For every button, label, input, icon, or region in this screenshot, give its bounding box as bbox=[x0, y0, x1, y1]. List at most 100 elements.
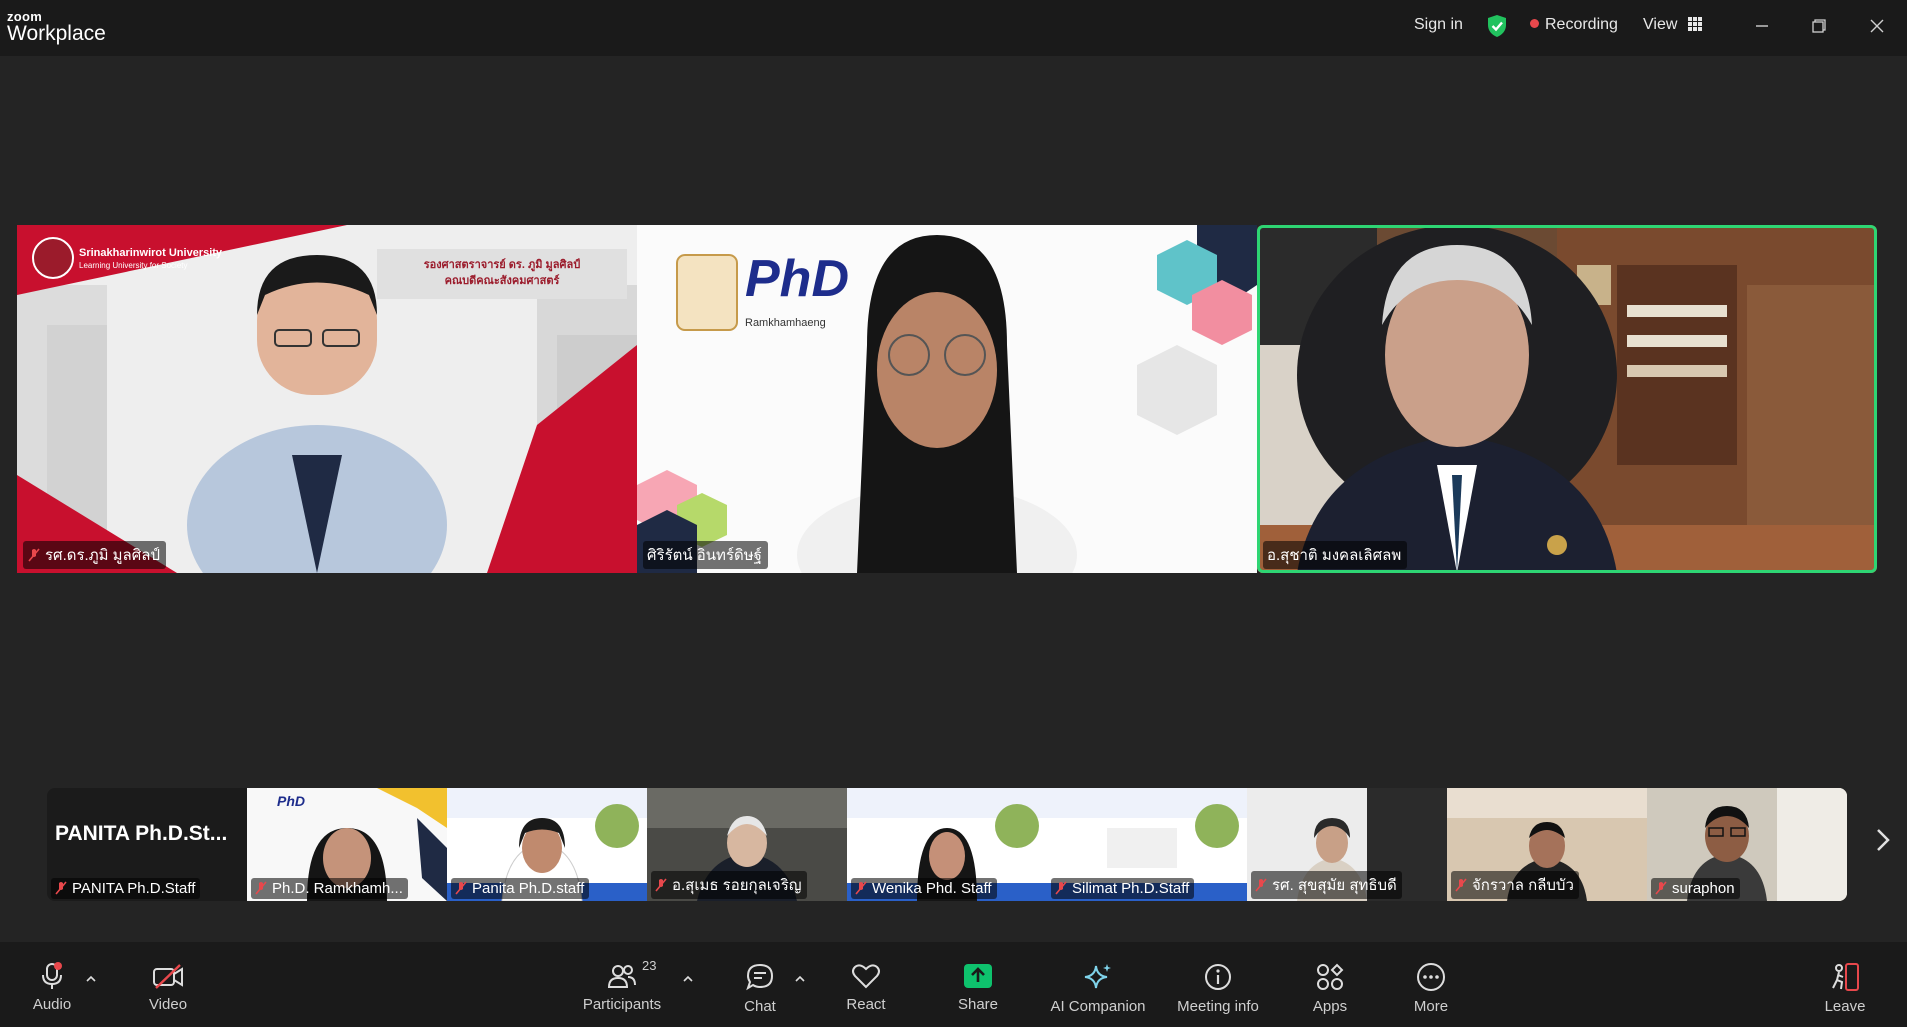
recording-dot-icon bbox=[1530, 19, 1539, 28]
logo-workplace-text: Workplace bbox=[7, 22, 106, 45]
banner-role: คณบดีคณะสังคมศาสตร์ bbox=[444, 275, 560, 287]
participant-name-label: อ.สุชาติ มงคลเลิศลพ bbox=[1263, 541, 1408, 569]
sign-in-button[interactable]: Sign in bbox=[1414, 16, 1463, 34]
participant-name: suraphon bbox=[1672, 880, 1735, 897]
chat-label: Chat bbox=[744, 998, 776, 1015]
thumbnail-tile[interactable]: รศ. สุขสุมัย สุทธิบดี bbox=[1247, 788, 1447, 901]
thumbnail-tile[interactable]: suraphon bbox=[1647, 788, 1847, 901]
phd-logo-subtitle: Ramkhamhaeng bbox=[745, 317, 826, 329]
participant-name-label: รศ. สุขสุมัย สุทธิบดี bbox=[1251, 871, 1402, 899]
participant-name: Panita Ph.D.staff bbox=[472, 880, 585, 897]
thumbnail-tile[interactable]: จักรวาล กลีบบัว bbox=[1447, 788, 1647, 901]
participant-name: รศ. สุขสุมัย สุทธิบดี bbox=[1272, 877, 1397, 894]
video-tile-3-active-speaker[interactable]: อ.สุชาติ มงคลเลิศลพ bbox=[1257, 225, 1877, 573]
apps-label: Apps bbox=[1312, 998, 1348, 1015]
participant-name-label: Wenika Phd. Staff bbox=[851, 878, 997, 899]
chevron-up-icon[interactable] bbox=[683, 972, 693, 986]
react-button[interactable]: React bbox=[816, 962, 916, 1013]
participant-name-label: จักรวาล กลีบบัว bbox=[1451, 871, 1579, 899]
mic-muted-icon bbox=[1255, 878, 1267, 892]
participant-name-label: รศ.ดร.ภูมิ มูลศิลป์ bbox=[23, 541, 166, 569]
recording-label: Recording bbox=[1545, 16, 1618, 33]
participant-thumbnail-strip: PANITA Ph.D.St... PANITA Ph.D.Staff PhD … bbox=[47, 788, 1847, 901]
video-off-icon bbox=[153, 964, 183, 989]
participants-icon bbox=[607, 965, 636, 988]
banner-university: Srinakharinwirot University bbox=[79, 247, 223, 259]
thumbnail-display-name: PANITA Ph.D.St... bbox=[55, 822, 228, 845]
phd-logo-text: PhD bbox=[745, 250, 849, 308]
thumbnail-tile[interactable]: Silimat Ph.D.Staff bbox=[1047, 788, 1247, 901]
apps-button[interactable]: Apps bbox=[1280, 962, 1380, 1015]
shield-check-icon[interactable] bbox=[1486, 14, 1508, 43]
virtual-background bbox=[637, 225, 1257, 573]
close-icon[interactable] bbox=[1862, 12, 1892, 42]
thumbnail-tile[interactable]: Wenika Phd. Staff bbox=[847, 788, 1047, 901]
participant-name-label: อ.สุเมธ รอยกุลเจริญ bbox=[651, 871, 807, 899]
title-bar: zoom Workplace Sign in Recording View bbox=[0, 0, 1907, 56]
apps-icon bbox=[1317, 963, 1344, 990]
thumbnail-tile[interactable]: Panita Ph.D.staff bbox=[447, 788, 647, 901]
recording-indicator[interactable]: Recording bbox=[1530, 16, 1618, 34]
participant-name: Silimat Ph.D.Staff bbox=[1072, 880, 1190, 897]
audio-button[interactable]: Audio bbox=[2, 962, 102, 1013]
share-screen-icon bbox=[964, 964, 992, 988]
minimize-icon[interactable] bbox=[1747, 12, 1777, 42]
more-label: More bbox=[1413, 998, 1449, 1015]
app-logo: zoom Workplace bbox=[7, 10, 106, 45]
video-button[interactable]: Video bbox=[118, 962, 218, 1013]
participant-name: รศ.ดร.ภูมิ มูลศิลป์ bbox=[45, 547, 160, 564]
participant-name: อ.สุเมธ รอยกุลเจริญ bbox=[672, 877, 802, 894]
participant-name-label: ศิริรัตน์ อินทร์ดิษฐ์ bbox=[643, 541, 768, 569]
participant-name-label: Ph.D. Ramkhamh... bbox=[251, 878, 408, 899]
meeting-info-label: Meeting info bbox=[1177, 998, 1259, 1015]
mic-muted-icon bbox=[28, 548, 40, 562]
thumbnail-tile[interactable]: PANITA Ph.D.St... PANITA Ph.D.Staff bbox=[47, 788, 247, 901]
mic-muted-icon bbox=[655, 878, 667, 892]
mic-muted-icon bbox=[1455, 878, 1467, 892]
video-tile-1[interactable]: Srinakharinwirot University Learning Uni… bbox=[17, 225, 637, 573]
audio-label: Audio bbox=[32, 996, 72, 1013]
participant-name: ศิริรัตน์ อินทร์ดิษฐ์ bbox=[647, 547, 762, 564]
ai-companion-label: AI Companion bbox=[1050, 998, 1146, 1015]
video-tile-2[interactable]: PhD Ramkhamhaeng ศิริรัตน์ อินทร์ดิษฐ์ bbox=[637, 225, 1257, 573]
meeting-info-button[interactable]: Meeting info bbox=[1168, 962, 1268, 1015]
view-button[interactable]: View bbox=[1643, 16, 1702, 36]
sparkle-icon bbox=[1084, 964, 1111, 989]
participants-button[interactable]: Participants bbox=[572, 962, 672, 1013]
thumbnail-tile[interactable]: อ.สุเมธ รอยกุลเจริญ bbox=[647, 788, 847, 901]
mic-muted-icon bbox=[55, 881, 67, 895]
participant-name-label: Panita Ph.D.staff bbox=[451, 878, 590, 899]
mic-muted-icon bbox=[1055, 881, 1067, 895]
thumbnail-tile[interactable]: PhD Ph.D. Ramkhamh... bbox=[247, 788, 447, 901]
leave-button[interactable]: Leave bbox=[1795, 962, 1895, 1015]
microphone-icon bbox=[42, 962, 62, 989]
more-button[interactable]: More bbox=[1381, 962, 1481, 1015]
meeting-toolbar: Audio Video Participants 23 Chat React S… bbox=[0, 942, 1907, 1027]
leave-door-icon bbox=[1832, 963, 1859, 991]
react-label: React bbox=[846, 996, 886, 1013]
chevron-right-icon[interactable] bbox=[1868, 828, 1898, 858]
mic-muted-icon bbox=[1655, 881, 1667, 895]
leave-label: Leave bbox=[1824, 998, 1866, 1015]
participants-count: 23 bbox=[642, 958, 657, 973]
chevron-up-icon[interactable] bbox=[86, 972, 96, 986]
participant-name: Ph.D. Ramkhamh... bbox=[272, 880, 403, 897]
banner-tagline: Learning University for Society bbox=[79, 261, 188, 270]
grid-icon bbox=[1687, 17, 1702, 36]
chat-icon bbox=[746, 963, 774, 991]
chat-button[interactable]: Chat bbox=[710, 962, 810, 1015]
chevron-up-icon[interactable] bbox=[795, 972, 805, 986]
participant-name-label: suraphon bbox=[1651, 878, 1740, 899]
participant-name-label: Silimat Ph.D.Staff bbox=[1051, 878, 1195, 899]
mic-muted-icon bbox=[255, 881, 267, 895]
participant-name-label: PANITA Ph.D.Staff bbox=[51, 878, 201, 899]
restore-icon[interactable] bbox=[1804, 12, 1834, 42]
participant-name: จักรวาล กลีบบัว bbox=[1472, 877, 1574, 894]
participant-name: Wenika Phd. Staff bbox=[872, 880, 992, 897]
mic-muted-icon bbox=[455, 881, 467, 895]
video-feed bbox=[1257, 225, 1877, 573]
mic-muted-icon bbox=[855, 881, 867, 895]
ai-companion-button[interactable]: AI Companion bbox=[1048, 962, 1148, 1015]
share-button[interactable]: Share bbox=[928, 962, 1028, 1013]
more-icon bbox=[1417, 963, 1445, 991]
